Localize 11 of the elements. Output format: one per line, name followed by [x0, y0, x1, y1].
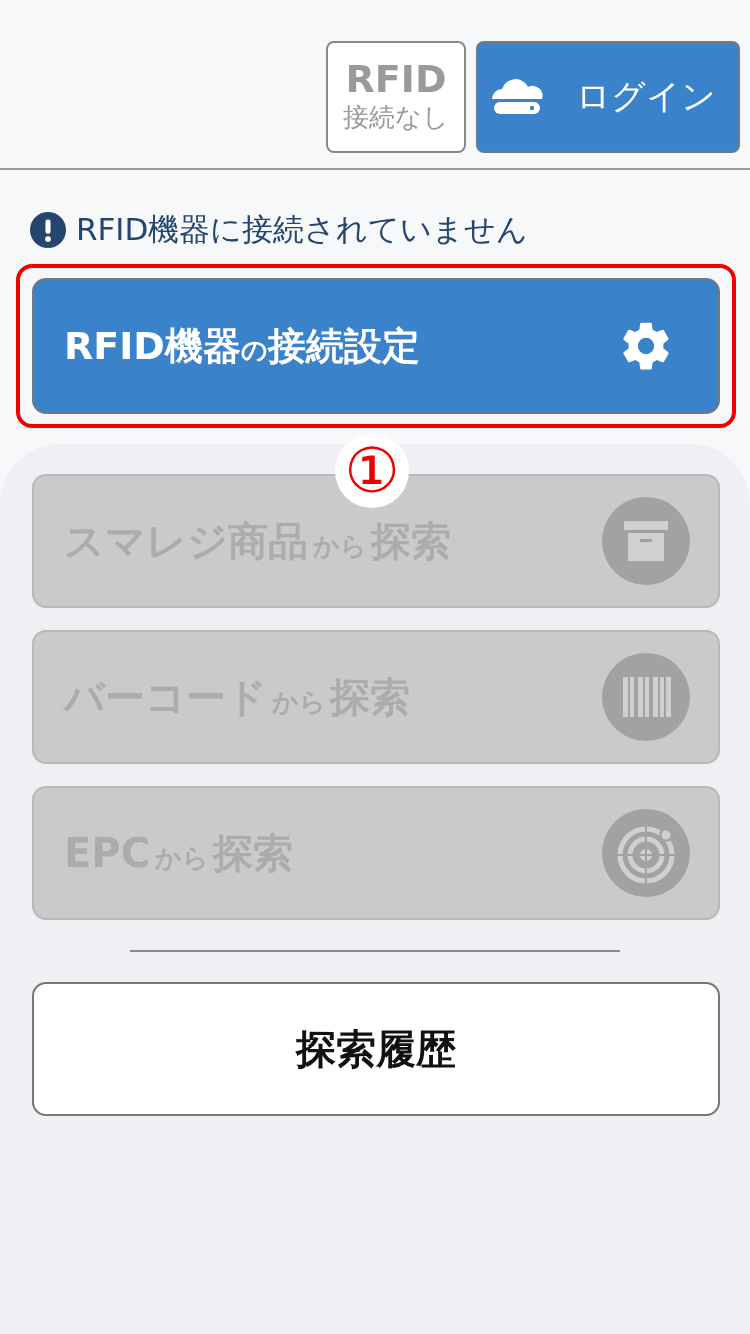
rfid-label: RFID	[345, 60, 447, 101]
exclamation-icon	[30, 212, 66, 248]
connection-settings-button[interactable]: RFID機器の接続設定	[32, 278, 720, 414]
connection-status: 接続なし	[343, 102, 449, 134]
box-icon	[602, 497, 690, 585]
target-icon	[602, 809, 690, 897]
barcode-icon	[602, 653, 690, 741]
search-history-button[interactable]: 探索履歴	[32, 982, 720, 1116]
step-number: ①	[335, 434, 409, 508]
login-button[interactable]: ログイン	[476, 41, 740, 153]
notice-text: RFID機器に接続されていません	[76, 210, 529, 249]
